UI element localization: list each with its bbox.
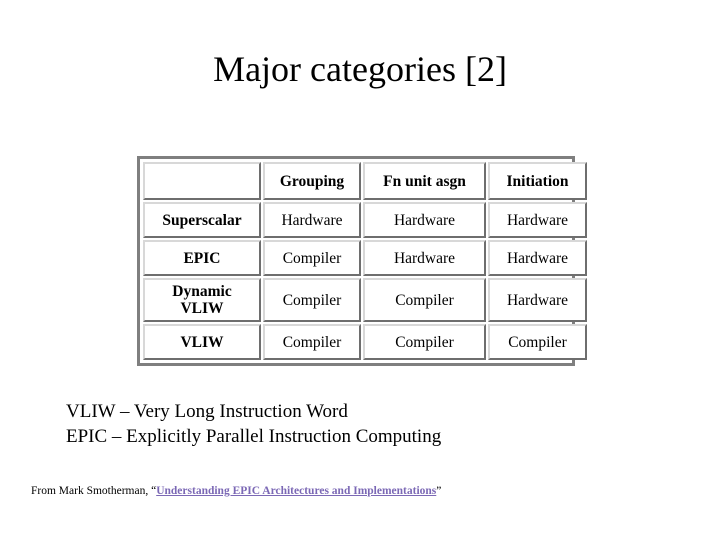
column-header-fn-unit-asgn: Fn unit asgn bbox=[363, 162, 486, 200]
cell-dynamic-vliw-grouping: Compiler bbox=[263, 278, 361, 322]
page-title: Major categories [2] bbox=[213, 49, 507, 89]
table-header-row: Grouping Fn unit asgn Initiation bbox=[143, 162, 587, 200]
column-header-initiation: Initiation bbox=[488, 162, 587, 200]
cell-epic-initiation: Hardware bbox=[488, 240, 587, 276]
cell-superscalar-fn-unit-asgn: Hardware bbox=[363, 202, 486, 238]
cell-vliw-fn-unit-asgn: Compiler bbox=[363, 324, 486, 360]
citation-suffix: ” bbox=[436, 485, 442, 497]
row-label-dynamic-vliw: Dynamic VLIW bbox=[143, 278, 261, 322]
row-label-dynamic-vliw-line2: VLIW bbox=[180, 300, 224, 317]
table-row: Superscalar Hardware Hardware Hardware bbox=[143, 202, 587, 238]
cell-epic-fn-unit-asgn: Hardware bbox=[363, 240, 486, 276]
table-row: VLIW Compiler Compiler Compiler bbox=[143, 324, 587, 360]
column-header-grouping: Grouping bbox=[263, 162, 361, 200]
cell-epic-grouping: Compiler bbox=[263, 240, 361, 276]
cell-dynamic-vliw-initiation: Hardware bbox=[488, 278, 587, 322]
cell-vliw-initiation: Compiler bbox=[488, 324, 587, 360]
cell-superscalar-grouping: Hardware bbox=[263, 202, 361, 238]
definition-epic: EPIC – Explicitly Parallel Instruction C… bbox=[66, 426, 442, 447]
table-row: EPIC Compiler Hardware Hardware bbox=[143, 240, 587, 276]
table-row: Dynamic VLIW Compiler Compiler Hardware bbox=[143, 278, 587, 322]
cell-vliw-grouping: Compiler bbox=[263, 324, 361, 360]
cell-dynamic-vliw-fn-unit-asgn: Compiler bbox=[363, 278, 486, 322]
row-label-dynamic-vliw-line1: Dynamic bbox=[172, 283, 232, 300]
definition-vliw: VLIW – Very Long Instruction Word bbox=[66, 401, 348, 422]
cell-superscalar-initiation: Hardware bbox=[488, 202, 587, 238]
table-grid: Grouping Fn unit asgn Initiation Supersc… bbox=[141, 160, 589, 362]
row-label-vliw: VLIW bbox=[143, 324, 261, 360]
row-label-epic: EPIC bbox=[143, 240, 261, 276]
major-categories-table: Grouping Fn unit asgn Initiation Supersc… bbox=[137, 156, 587, 366]
source-citation: From Mark Smotherman, “Understanding EPI… bbox=[31, 484, 441, 498]
acronym-definitions: VLIW – Very Long Instruction Word EPIC –… bbox=[66, 399, 441, 449]
row-label-superscalar: Superscalar bbox=[143, 202, 261, 238]
citation-link[interactable]: Understanding EPIC Architectures and Imp… bbox=[156, 485, 436, 497]
citation-prefix: From Mark Smotherman, “ bbox=[31, 485, 157, 497]
table-corner-cell bbox=[143, 162, 261, 200]
